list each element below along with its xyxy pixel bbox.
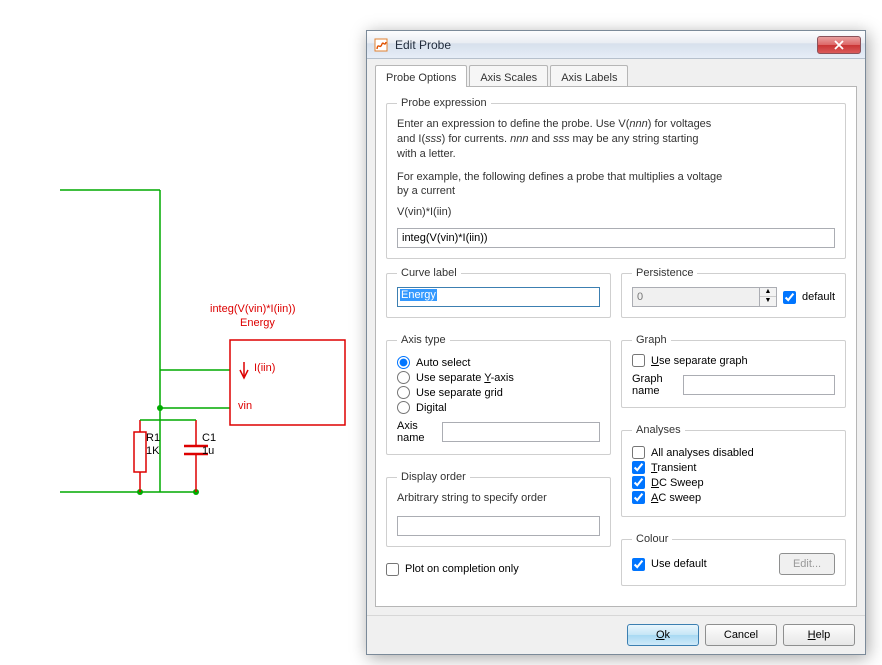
display-order-desc: Arbitrary string to specify order xyxy=(397,491,600,506)
probe-port-i: I(iin) xyxy=(254,362,275,374)
persistence-default-checkbox[interactable]: default xyxy=(783,291,835,304)
use-separate-graph-checkbox[interactable]: Use separate graph xyxy=(632,354,835,367)
display-order-legend: Display order xyxy=(397,471,470,483)
c-val: 1u xyxy=(202,445,214,457)
probe-expr-example: V(vin)*I(iin) xyxy=(397,205,835,220)
curve-label-legend: Curve label xyxy=(397,267,461,279)
graph-legend: Graph xyxy=(632,334,671,346)
colour-legend: Colour xyxy=(632,533,672,545)
graph-group: Graph Use separate graph Graph name xyxy=(621,334,846,408)
ok-button[interactable]: Ok xyxy=(627,624,699,646)
curve-label-input[interactable]: Energy xyxy=(397,287,600,307)
schematic-canvas xyxy=(0,0,365,662)
probe-expression-input[interactable] xyxy=(397,228,835,248)
app-icon xyxy=(373,37,389,53)
close-button[interactable] xyxy=(817,36,861,54)
titlebar[interactable]: Edit Probe xyxy=(367,31,865,59)
tab-axis-scales[interactable]: Axis Scales xyxy=(469,65,548,87)
c-ref: C1 xyxy=(202,432,216,444)
help-button[interactable]: Help xyxy=(783,624,855,646)
tab-probe-options[interactable]: Probe Options xyxy=(375,65,467,87)
analyses-ac-checkbox[interactable]: AC sweep xyxy=(632,491,835,504)
axis-type-legend: Axis type xyxy=(397,334,450,346)
analyses-group: Analyses All analyses disabled Transient… xyxy=(621,424,846,517)
colour-default-checkbox[interactable]: Use default xyxy=(632,558,707,571)
edit-probe-dialog: Edit Probe Probe Options Axis Scales Axi… xyxy=(366,30,866,655)
tab-panel-options: Probe expression Enter an expression to … xyxy=(375,87,857,607)
persistence-legend: Persistence xyxy=(632,267,697,279)
analyses-dc-checkbox[interactable]: DC Sweep xyxy=(632,476,835,489)
persistence-input[interactable] xyxy=(632,287,760,307)
chevron-up-icon: ▲ xyxy=(760,288,776,297)
display-order-input[interactable] xyxy=(397,516,600,536)
probe-expression-group: Probe expression Enter an expression to … xyxy=(386,97,846,259)
probe-expr-instructions: Enter an expression to define the probe.… xyxy=(397,117,835,162)
display-order-group: Display order Arbitrary string to specif… xyxy=(386,471,611,547)
graph-name-label: Graph name xyxy=(632,373,677,397)
analyses-legend: Analyses xyxy=(632,424,685,436)
dialog-button-row: Ok Cancel Help xyxy=(367,615,865,654)
probe-expression-legend: Probe expression xyxy=(397,97,491,109)
probe-name-label: Energy xyxy=(240,317,275,329)
curve-label-group: Curve label Energy xyxy=(386,267,611,318)
axis-digital[interactable]: Digital xyxy=(397,401,600,414)
analyses-disabled-checkbox[interactable]: All analyses disabled xyxy=(632,446,835,459)
r-val: 1K xyxy=(146,445,159,457)
analyses-transient-checkbox[interactable]: Transient xyxy=(632,461,835,474)
axis-separate-grid[interactable]: Use separate grid xyxy=(397,386,600,399)
probe-expression-label: integ(V(vin)*I(iin)) xyxy=(210,303,296,315)
axis-type-group: Axis type Auto select Use separate Y-axi… xyxy=(386,334,611,455)
colour-edit-button[interactable]: Edit... xyxy=(779,553,835,575)
cancel-button[interactable]: Cancel xyxy=(705,624,777,646)
chevron-down-icon: ▼ xyxy=(760,297,776,306)
persistence-spinner[interactable]: ▲▼ xyxy=(760,287,777,307)
plot-on-completion-checkbox[interactable]: Plot on completion only xyxy=(386,563,611,576)
close-icon xyxy=(833,40,845,50)
probe-expr-example-intro: For example, the following defines a pro… xyxy=(397,170,835,200)
axis-name-label: Axis name xyxy=(397,420,436,444)
probe-port-v: vin xyxy=(238,400,252,412)
axis-auto-select[interactable]: Auto select xyxy=(397,356,600,369)
r-ref: R1 xyxy=(146,432,160,444)
colour-group: Colour Use default Edit... xyxy=(621,533,846,586)
dialog-title: Edit Probe xyxy=(395,38,817,52)
axis-separate-y[interactable]: Use separate Y-axis xyxy=(397,371,600,384)
persistence-group: Persistence ▲▼ default xyxy=(621,267,846,318)
tab-axis-labels[interactable]: Axis Labels xyxy=(550,65,628,87)
graph-name-input[interactable] xyxy=(683,375,835,395)
axis-name-input[interactable] xyxy=(442,422,600,442)
